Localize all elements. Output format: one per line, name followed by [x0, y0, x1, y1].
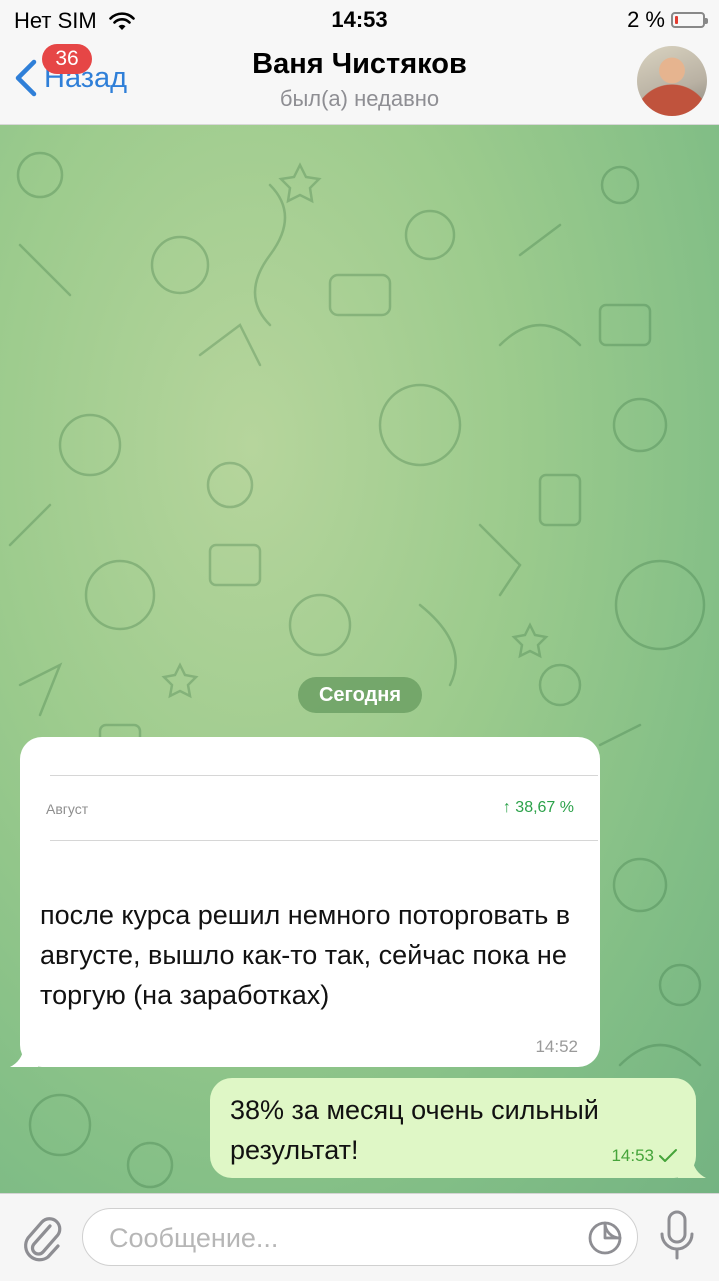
bubble-tail [10, 1039, 38, 1067]
status-bar: Нет SIM 14:53 2 % [0, 0, 719, 40]
embed-month-label: Август [46, 801, 89, 817]
avatar[interactable] [637, 46, 707, 116]
sticker-icon[interactable] [587, 1220, 623, 1256]
battery-status: 2 % [627, 7, 708, 33]
composer-bar [0, 1193, 719, 1281]
battery-icon [671, 12, 708, 28]
paperclip-icon[interactable] [20, 1212, 64, 1262]
message-input[interactable] [107, 1209, 591, 1267]
microphone-icon[interactable] [657, 1208, 697, 1264]
message-time: 14:53 [611, 1146, 654, 1165]
embed-divider [50, 840, 598, 841]
battery-percent: 2 % [627, 7, 665, 32]
incoming-message[interactable]: Август ↑ 38,67 % после курса решил немно… [10, 737, 600, 1067]
contact-status: был(а) недавно [279, 86, 440, 111]
chat-background: Сегодня Август ↑ 38,67 % после курса реш… [0, 125, 719, 1193]
message-time: 14:52 [535, 1037, 578, 1056]
embed-percent-value: ↑ 38,67 % [502, 799, 574, 816]
embed-divider [50, 775, 598, 776]
chat-header: Назад 36 Ваня Чистяков был(а) недавно [0, 40, 719, 125]
clock: 14:53 [331, 7, 388, 32]
contact-name[interactable]: Ваня Чистяков [0, 48, 719, 81]
date-separator: Сегодня [298, 677, 422, 713]
outgoing-message[interactable]: 38% за месяц очень сильный результат! 14… [210, 1078, 706, 1178]
message-text: после курса решил немного поторговать в … [40, 900, 571, 1010]
message-meta: 14:53 [611, 1146, 678, 1166]
single-check-icon [659, 1149, 677, 1162]
message-input-container [82, 1208, 638, 1267]
